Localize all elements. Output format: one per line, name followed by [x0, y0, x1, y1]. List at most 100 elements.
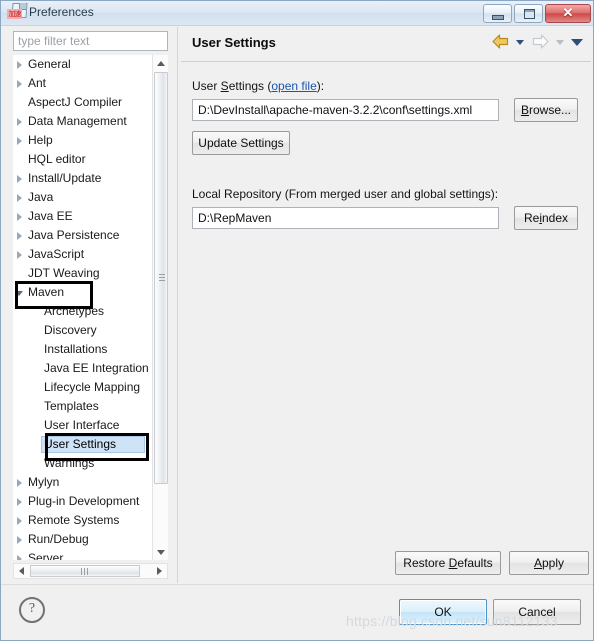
filter-input[interactable]	[13, 31, 168, 51]
back-arrow-icon[interactable]	[490, 32, 511, 52]
tree-item-label: Install/Update	[28, 171, 102, 185]
chevron-right-icon[interactable]	[13, 511, 27, 530]
user-settings-label-mnemonic: S	[220, 79, 229, 93]
user-settings-panel: User Settings User Settings (open file):	[181, 27, 591, 583]
horizontal-scroll-thumb[interactable]	[30, 565, 140, 577]
chevron-right-icon[interactable]	[13, 169, 27, 188]
tree-item-hql-editor[interactable]: HQL editor	[13, 150, 156, 169]
tree-item-help[interactable]: Help	[13, 131, 156, 150]
tree-item-java[interactable]: Java	[13, 188, 156, 207]
user-settings-label: User Settings (open file):	[192, 79, 325, 93]
browse-button[interactable]: Browse...	[514, 98, 578, 122]
tree-item-java-persistence[interactable]: Java Persistence	[13, 226, 156, 245]
preferences-dialog: 加速 Preferences ✕ General Ant AspectJ Compi…	[0, 0, 594, 641]
tree-item-lifecycle-mapping[interactable]: Lifecycle Mapping	[13, 378, 156, 397]
tree-item-label: General	[28, 57, 71, 71]
cancel-button[interactable]: Cancel	[493, 599, 581, 625]
reindex-button[interactable]: Reindex	[514, 206, 578, 230]
scroll-right-icon[interactable]	[153, 564, 167, 578]
tree-item-aspectj-compiler[interactable]: AspectJ Compiler	[13, 93, 156, 112]
chevron-right-icon[interactable]	[13, 473, 27, 492]
tree-item-label: Java EE	[28, 209, 73, 223]
tree-item-jdt-weaving[interactable]: JDT Weaving	[13, 264, 156, 283]
chevron-right-icon[interactable]	[13, 131, 27, 150]
tree-item-label: Help	[28, 133, 53, 147]
local-repository-path-input[interactable]	[192, 207, 499, 229]
chevron-right-icon[interactable]	[13, 492, 27, 511]
tree-item-label: Warnings	[44, 456, 95, 470]
tree-item-label: Ant	[28, 76, 47, 90]
view-menu-chevron-down-icon[interactable]	[570, 32, 583, 52]
tree-item-label: JavaScript	[28, 247, 85, 261]
chevron-right-icon[interactable]	[13, 530, 27, 549]
tree-item-java-ee[interactable]: Java EE	[13, 207, 156, 226]
panel-divider	[177, 27, 178, 583]
page-title: User Settings	[192, 35, 276, 50]
open-file-link[interactable]: open file	[271, 79, 316, 93]
ok-button[interactable]: OK	[399, 599, 487, 625]
tree-item-java-ee-integration[interactable]: Java EE Integration	[13, 359, 156, 378]
chevron-right-icon[interactable]	[13, 55, 27, 74]
restore-defaults-button[interactable]: Restore Defaults	[395, 551, 501, 575]
help-icon[interactable]: ?	[19, 597, 45, 623]
chevron-right-icon[interactable]	[13, 549, 27, 560]
tree-horizontal-scrollbar[interactable]	[13, 563, 168, 579]
scroll-left-icon[interactable]	[14, 564, 28, 578]
tree-item-javascript[interactable]: JavaScript	[13, 245, 156, 264]
chevron-down-icon[interactable]	[13, 283, 27, 302]
tree-item-install-update[interactable]: Install/Update	[13, 169, 156, 188]
tree-item-label: Installations	[44, 342, 108, 356]
tree-item-label: Maven	[28, 285, 65, 299]
close-button[interactable]: ✕	[545, 4, 591, 23]
tree-item-warnings[interactable]: Warnings	[13, 454, 156, 473]
chevron-right-icon[interactable]	[13, 207, 27, 226]
chevron-right-icon[interactable]	[13, 188, 27, 207]
tree-item-installations[interactable]: Installations	[13, 340, 156, 359]
tree-item-mylyn[interactable]: Mylyn	[13, 473, 156, 492]
tree-item-label: Run/Debug	[28, 532, 89, 546]
tree-item-archetypes[interactable]: Archetypes	[13, 302, 156, 321]
apply-button[interactable]: Apply	[509, 551, 589, 575]
tree-item-ant[interactable]: Ant	[13, 74, 156, 93]
tree-item-run-debug[interactable]: Run/Debug	[13, 530, 156, 549]
tree-item-user-settings[interactable]: User Settings	[13, 435, 156, 454]
preferences-tree-list: General Ant AspectJ Compiler Data Managemen…	[13, 55, 156, 560]
tree-item-label: Archetypes	[44, 304, 105, 318]
minimize-button[interactable]	[483, 4, 512, 23]
tree-item-label: Discovery	[44, 323, 97, 337]
chevron-right-icon[interactable]	[13, 112, 27, 131]
tree-item-plug-in-development[interactable]: Plug-in Development	[13, 492, 156, 511]
chevron-right-icon[interactable]	[13, 74, 27, 93]
tree-item-discovery[interactable]: Discovery	[13, 321, 156, 340]
tree-item-label: Lifecycle Mapping	[44, 380, 141, 394]
tree-item-user-interface[interactable]: User Interface	[13, 416, 156, 435]
forward-history-chevron-down-icon	[554, 32, 567, 52]
tree-item-label: Templates	[44, 399, 99, 413]
update-settings-button[interactable]: Update Settings	[192, 131, 290, 155]
chevron-right-icon[interactable]	[13, 226, 27, 245]
tree-item-maven[interactable]: Maven	[13, 283, 156, 302]
chevron-right-icon[interactable]	[13, 245, 27, 264]
scroll-up-icon[interactable]	[153, 55, 169, 71]
user-settings-path-input[interactable]	[192, 99, 499, 121]
scroll-down-icon[interactable]	[153, 544, 169, 560]
window-controls: ✕	[483, 4, 591, 23]
tree-item-general[interactable]: General	[13, 55, 156, 74]
title-bar: 加速 Preferences ✕	[1, 1, 593, 26]
tree-item-templates[interactable]: Templates	[13, 397, 156, 416]
tree-item-label: Java Persistence	[28, 228, 120, 242]
tree-item-server[interactable]: Server	[13, 549, 156, 560]
tree-item-label: Server	[28, 551, 64, 560]
tree-item-label: User Interface	[44, 418, 120, 432]
vertical-scroll-thumb[interactable]	[154, 72, 168, 484]
tree-item-remote-systems[interactable]: Remote Systems	[13, 511, 156, 530]
local-repository-label: Local Repository (From merged user and g…	[192, 187, 499, 201]
preferences-tree[interactable]: General Ant AspectJ Compiler Data Managemen…	[13, 55, 168, 560]
tree-item-data-management[interactable]: Data Management	[13, 112, 156, 131]
accelerator-badge: 加速	[7, 9, 22, 19]
back-history-chevron-down-icon[interactable]	[514, 32, 527, 52]
maximize-button[interactable]	[514, 4, 543, 23]
minimize-icon	[492, 15, 504, 20]
preferences-window-icon: 加速	[7, 3, 28, 22]
tree-vertical-scrollbar[interactable]	[152, 55, 168, 560]
